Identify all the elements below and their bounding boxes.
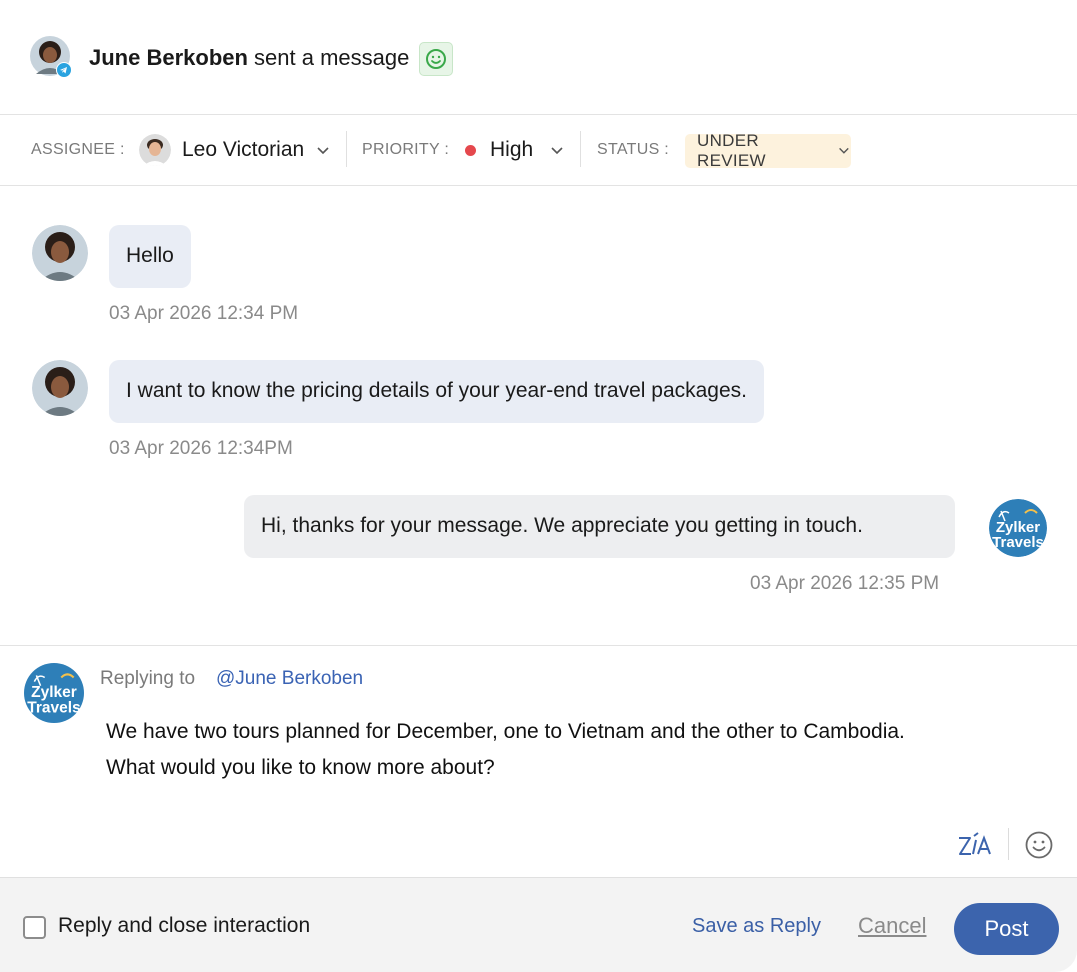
- status-label: STATUS :: [597, 141, 670, 158]
- save-as-reply-button[interactable]: Save as Reply: [692, 915, 821, 938]
- message-text: I want to know the pricing details of yo…: [126, 379, 747, 402]
- telegram-icon: [56, 62, 72, 78]
- message-text: Hi, thanks for your message. We apprecia…: [261, 514, 863, 537]
- status-dropdown[interactable]: UNDER REVIEW: [685, 131, 851, 170]
- toolbar-divider: [1008, 828, 1009, 860]
- zia-icon[interactable]: [956, 830, 994, 860]
- message-timestamp: 03 Apr 2026 12:35 PM: [750, 573, 940, 594]
- reply-editor[interactable]: We have two tours planned for December, …: [106, 714, 1046, 786]
- post-button[interactable]: Post: [954, 903, 1059, 955]
- reply-mention[interactable]: @June Berkoben: [216, 668, 363, 690]
- chevron-down-icon: [839, 147, 849, 154]
- sender-name: June Berkoben: [89, 45, 248, 70]
- svg-text:Travels: Travels: [27, 700, 80, 717]
- message-bubble: I want to know the pricing details of yo…: [109, 360, 764, 423]
- brand-avatar: Zylker Travels: [989, 499, 1047, 557]
- reply-line: We have two tours planned for December, …: [106, 720, 905, 743]
- emoji-icon[interactable]: [1024, 830, 1054, 860]
- message-text: Hello: [126, 244, 174, 267]
- message-timestamp: 03 Apr 2026 12:34 PM: [109, 303, 299, 324]
- priority-dot: [465, 145, 476, 156]
- zylker-travels-logo-icon: Zylker Travels: [24, 663, 84, 723]
- priority-chevron-down-icon[interactable]: [549, 143, 565, 159]
- zylker-travels-logo-icon: Zylker Travels: [989, 499, 1047, 557]
- assignee-avatar: [139, 134, 171, 166]
- header-action-text: sent a message: [247, 45, 410, 70]
- smile-icon: [426, 49, 446, 69]
- reply-line: What would you like to know more about?: [106, 756, 495, 779]
- divider: [346, 131, 347, 167]
- reply-close-label[interactable]: Reply and close interaction: [58, 914, 310, 938]
- woman-avatar-icon: [32, 225, 88, 281]
- woman-avatar-icon: [32, 360, 88, 416]
- message-bubble: Hello: [109, 225, 191, 288]
- header-title: June Berkoben sent a message: [89, 44, 409, 72]
- status-value: UNDER REVIEW: [697, 131, 766, 170]
- priority-value[interactable]: High: [490, 138, 533, 162]
- priority-label: PRIORITY :: [362, 141, 450, 158]
- svg-text:Travels: Travels: [992, 534, 1044, 551]
- cancel-button[interactable]: Cancel: [858, 913, 926, 939]
- reply-close-checkbox[interactable]: [23, 916, 46, 939]
- sentiment-badge[interactable]: [419, 42, 453, 76]
- assignee-chevron-down-icon[interactable]: [315, 143, 331, 159]
- reply-divider: [0, 645, 1077, 646]
- customer-avatar: [32, 225, 88, 281]
- message-timestamp: 03 Apr 2026 12:34PM: [109, 438, 293, 459]
- message-bubble-outgoing: Hi, thanks for your message. We apprecia…: [244, 495, 955, 558]
- reply-brand-avatar: Zylker Travels: [24, 663, 84, 723]
- divider: [580, 131, 581, 167]
- sender-avatar: [30, 36, 72, 78]
- man-avatar-icon: [139, 134, 171, 166]
- replying-to-label: Replying to: [100, 668, 196, 689]
- assignee-label: ASSIGNEE :: [31, 141, 125, 158]
- svg-text:Zylker: Zylker: [31, 684, 77, 701]
- customer-avatar: [32, 360, 88, 416]
- assignee-value[interactable]: Leo Victorian: [182, 138, 304, 162]
